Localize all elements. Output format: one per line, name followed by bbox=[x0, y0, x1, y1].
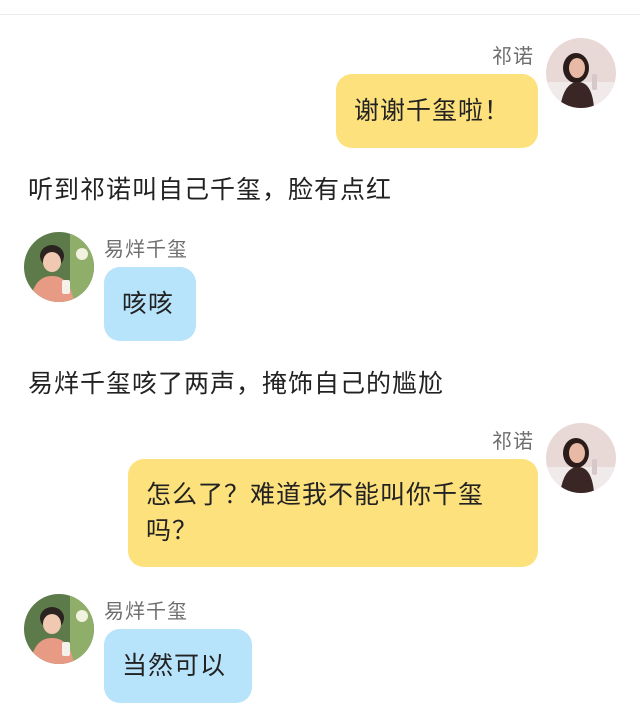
message-bubble[interactable]: 怎么了？难道我不能叫你千玺 吗？ bbox=[128, 459, 538, 567]
boy-avatar-icon bbox=[24, 594, 94, 664]
top-divider bbox=[0, 14, 640, 15]
boy-avatar[interactable] bbox=[24, 594, 94, 664]
message-bubble[interactable]: 当然可以 bbox=[104, 629, 252, 703]
narration-text: 易烊千玺咳了两声，掩饰自己的尴尬 bbox=[28, 369, 445, 398]
message-bubble[interactable]: 咳咳 bbox=[104, 267, 196, 341]
sender-name: 祁诺 bbox=[492, 429, 534, 453]
message-bubble[interactable]: 谢谢千玺啦！ bbox=[336, 74, 538, 148]
message-text-line: 怎么了？难道我不能叫你千玺 bbox=[146, 480, 485, 509]
girl-avatar[interactable] bbox=[546, 423, 616, 493]
message-text: 谢谢千玺啦！ bbox=[354, 96, 511, 125]
girl-avatar-icon bbox=[546, 38, 616, 108]
message-text: 当然可以 bbox=[122, 651, 227, 680]
sender-name: 易烊千玺 bbox=[104, 599, 188, 623]
boy-avatar-icon bbox=[24, 232, 94, 302]
girl-avatar[interactable] bbox=[546, 38, 616, 108]
sender-name: 祁诺 bbox=[492, 44, 534, 68]
boy-avatar[interactable] bbox=[24, 232, 94, 302]
message-text-line: 吗？ bbox=[146, 516, 199, 545]
sender-name: 易烊千玺 bbox=[104, 237, 188, 261]
message-text: 咳咳 bbox=[122, 289, 175, 318]
girl-avatar-icon bbox=[546, 423, 616, 493]
narration-text: 听到祁诺叫自己千玺，脸有点红 bbox=[28, 175, 393, 204]
